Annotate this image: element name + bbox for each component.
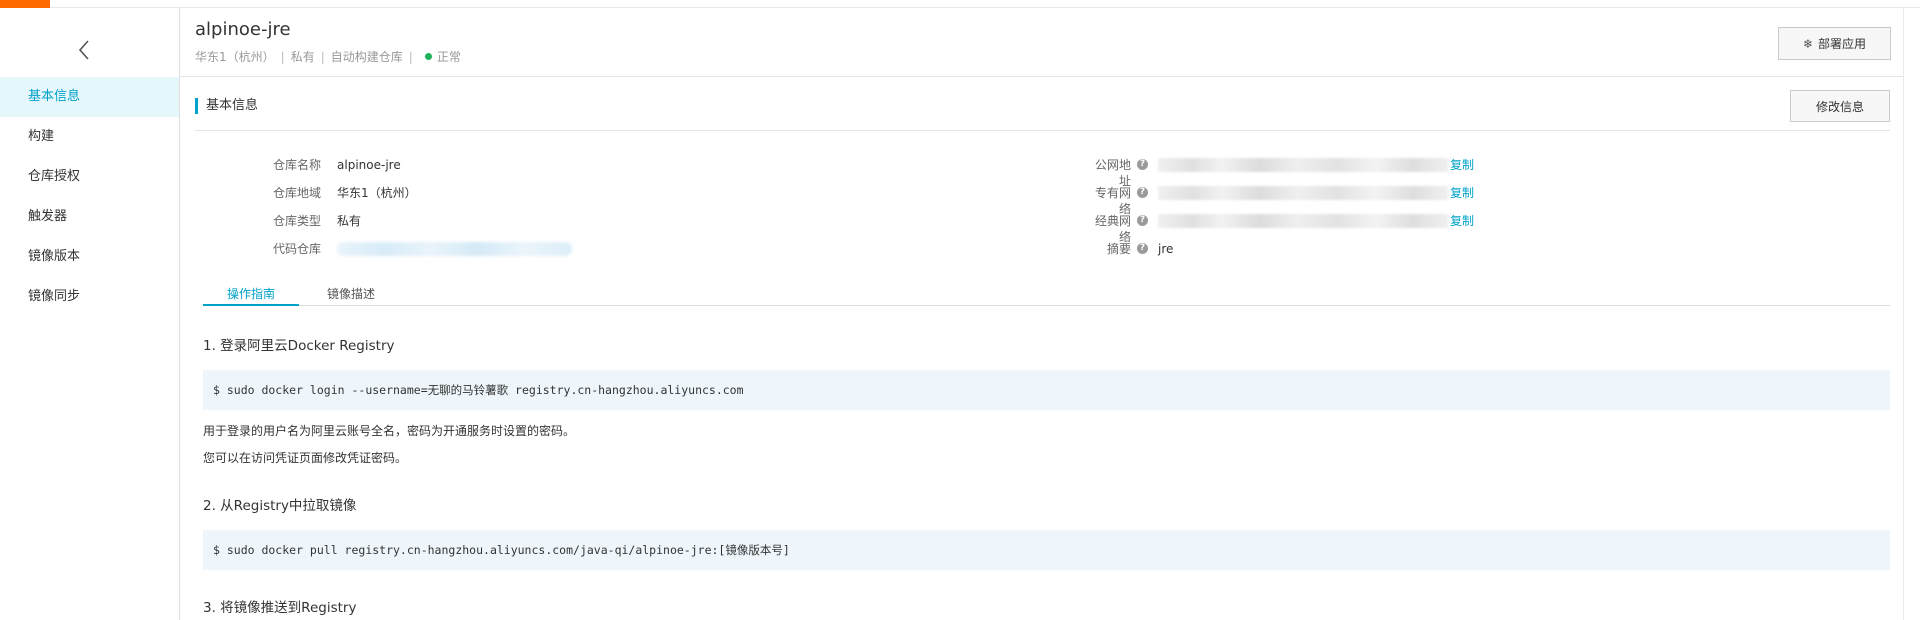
info-label: 代码仓库 — [273, 242, 322, 256]
question-circle-icon[interactable]: ? — [1137, 243, 1148, 254]
copy-classic-address-link[interactable]: 复制 — [1450, 213, 1474, 229]
scrollbar[interactable] — [1903, 8, 1920, 620]
info-row-code-repo: 代码仓库 — [273, 241, 573, 257]
section-divider — [195, 130, 1890, 131]
step-1-heading: 1. 登录阿里云Docker Registry — [203, 338, 395, 354]
sidebar-item-image-versions[interactable]: 镜像版本 — [0, 237, 179, 277]
cluster-icon: ❄ — [1802, 36, 1814, 51]
copy-vpc-address-link[interactable]: 复制 — [1450, 185, 1474, 201]
title-block: alpinoe-jre 华东1（杭州） | 私有 | 自动构建仓库 | 正常 — [195, 18, 461, 65]
top-bar — [0, 0, 1920, 8]
public-address-redacted — [1158, 158, 1448, 172]
question-circle-icon[interactable]: ? — [1137, 187, 1148, 198]
tab-image-description[interactable]: 镜像描述 — [315, 288, 387, 306]
tab-operation-guide[interactable]: 操作指南 — [203, 288, 299, 306]
code-repo-link-redacted[interactable] — [337, 242, 573, 256]
chevron-left-icon — [78, 40, 89, 60]
info-row-repo-name: 仓库名称 alpinoe-jre — [273, 157, 401, 173]
visibility-text: 私有 — [290, 50, 315, 64]
edit-info-button[interactable]: 修改信息 — [1790, 90, 1890, 122]
info-label: 仓库名称 — [273, 158, 322, 172]
copy-public-address-link[interactable]: 复制 — [1450, 157, 1474, 173]
back-button[interactable] — [73, 32, 97, 68]
region-value: 华东1（杭州） — [337, 186, 417, 200]
deploy-app-label: 部署应用 — [1818, 37, 1867, 51]
info-row-public-address: 公网地址 ? 复制 — [1085, 157, 1474, 188]
login-command: $ sudo docker login --username=无聊的马铃薯歌 r… — [203, 370, 1890, 410]
divider: | — [280, 49, 285, 64]
status-badge: 正常 — [436, 50, 461, 64]
header-divider — [180, 76, 1903, 77]
sidebar-item-image-sync[interactable]: 镜像同步 — [0, 277, 179, 317]
question-circle-icon[interactable]: ? — [1137, 215, 1148, 226]
sidebar-item-triggers[interactable]: 触发器 — [0, 197, 179, 237]
info-label: 仓库地域 — [273, 186, 322, 200]
info-row-region: 仓库地域 华东1（杭州） — [273, 185, 417, 201]
region-text: 华东1（杭州） — [195, 50, 275, 64]
deploy-app-button[interactable]: ❄ 部署应用 — [1778, 27, 1891, 60]
section-title: 基本信息 — [195, 98, 258, 114]
info-label: 公网地址 — [1094, 158, 1131, 188]
sidebar-item-repo-auth[interactable]: 仓库授权 — [0, 157, 179, 197]
login-note: 用于登录的用户名为阿里云账号全名，密码为开通服务时设置的密码。 — [203, 424, 576, 438]
page-title: alpinoe-jre — [195, 19, 291, 40]
digest-value: jre — [1158, 242, 1174, 256]
sidebar-nav: 基本信息 构建 仓库授权 触发器 镜像版本 镜像同步 — [0, 77, 179, 317]
info-row-type: 仓库类型 私有 — [273, 213, 361, 229]
status-dot-icon — [424, 53, 432, 60]
info-label: 专有网络 — [1094, 186, 1131, 216]
question-circle-icon[interactable]: ? — [1137, 159, 1148, 170]
step-2-heading: 2. 从Registry中拉取镜像 — [203, 498, 357, 514]
sidebar-item-basic-info[interactable]: 基本信息 — [0, 77, 179, 117]
sidebar: 基本信息 构建 仓库授权 触发器 镜像版本 镜像同步 — [0, 8, 180, 620]
repo-name-value: alpinoe-jre — [337, 158, 401, 172]
info-label: 摘要 — [1106, 242, 1131, 256]
step-3-heading: 3. 将镜像推送到Registry — [203, 600, 357, 616]
divider: | — [408, 49, 413, 64]
guide-tabs: 操作指南 镜像描述 — [203, 288, 1890, 306]
build-type-text: 自动构建仓库 — [330, 50, 403, 64]
info-label: 仓库类型 — [273, 214, 322, 228]
type-value: 私有 — [337, 214, 362, 228]
repo-meta: 华东1（杭州） | 私有 | 自动构建仓库 | 正常 — [195, 48, 461, 65]
brand-strip — [0, 0, 50, 8]
divider: | — [320, 49, 325, 64]
info-row-digest: 摘要 ? jre — [1085, 241, 1173, 257]
pull-command: $ sudo docker pull registry.cn-hangzhou.… — [203, 530, 1890, 570]
sidebar-item-build[interactable]: 构建 — [0, 117, 179, 157]
info-label: 经典网络 — [1094, 214, 1131, 244]
main-content: alpinoe-jre 华东1（杭州） | 私有 | 自动构建仓库 | 正常 ❄… — [180, 8, 1903, 620]
info-row-classic-address: 经典网络 ? 复制 — [1085, 213, 1474, 244]
credential-note: 您可以在访问凭证页面修改凭证密码。 — [203, 451, 408, 465]
classic-address-redacted — [1158, 214, 1448, 228]
info-row-vpc-address: 专有网络 ? 复制 — [1085, 185, 1474, 216]
vpc-address-redacted — [1158, 186, 1448, 200]
